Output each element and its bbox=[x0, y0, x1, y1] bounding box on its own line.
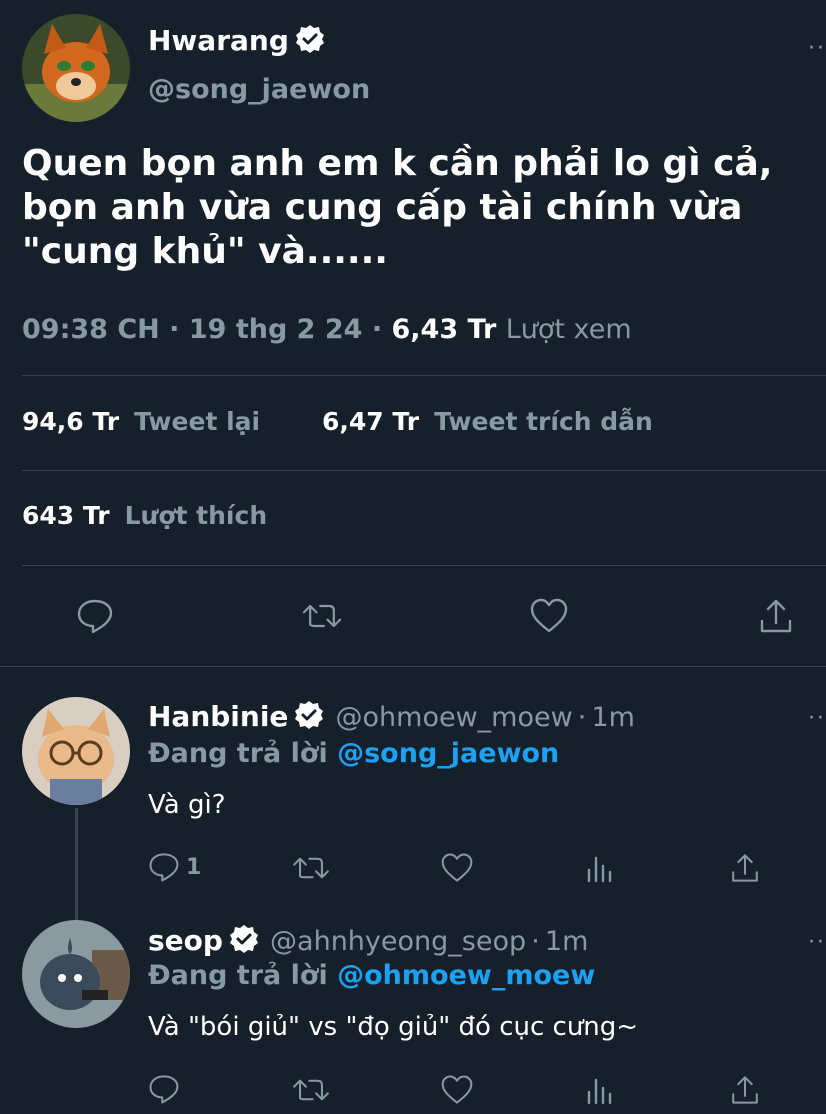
divider bbox=[22, 470, 826, 471]
tweet-meta: 09:38 CH · 19 thg 2 24 · 6,43 Tr Lượt xe… bbox=[22, 314, 632, 345]
retweet-icon[interactable] bbox=[292, 852, 330, 888]
retweet-stats[interactable]: 94,6 Tr Tweet lại bbox=[22, 407, 260, 436]
more-icon[interactable]: ·· bbox=[808, 706, 826, 731]
retweets-label: Tweet lại bbox=[134, 407, 261, 436]
reply-author-name[interactable]: seop bbox=[148, 924, 223, 957]
like-stats[interactable]: 643 Tr Lượt thích bbox=[22, 501, 267, 530]
analytics-icon[interactable] bbox=[585, 1074, 617, 1110]
views-count: 6,43 Tr bbox=[391, 314, 497, 345]
quote-stats[interactable]: 6,47 Tr Tweet trích dẫn bbox=[322, 407, 653, 436]
tweet-text-line: bọn anh vừa cung cấp tài chính vừa bbox=[22, 187, 743, 228]
retweet-icon[interactable] bbox=[292, 1074, 330, 1110]
share-icon[interactable] bbox=[756, 596, 796, 636]
divider bbox=[22, 565, 826, 566]
reply-time[interactable]: 1m bbox=[545, 926, 588, 957]
separator: · bbox=[531, 926, 540, 957]
reply-time[interactable]: 1m bbox=[591, 702, 634, 733]
author-avatar[interactable] bbox=[22, 14, 130, 122]
verified-icon bbox=[295, 24, 325, 54]
separator: · bbox=[371, 314, 383, 345]
reply-text: Và "bói giủ" vs "đọ giủ" đó cục cưng~ bbox=[148, 1012, 639, 1042]
reply-icon[interactable] bbox=[148, 1073, 180, 1109]
retweets-count: 94,6 Tr bbox=[22, 407, 120, 436]
likes-label: Lượt thích bbox=[124, 501, 268, 530]
retweet-icon[interactable] bbox=[302, 596, 342, 636]
reply-avatar[interactable] bbox=[22, 697, 130, 805]
reply-text: Và gì? bbox=[148, 790, 226, 820]
like-icon[interactable] bbox=[440, 1074, 474, 1110]
tweet-time[interactable]: 09:38 CH bbox=[22, 314, 160, 345]
reply-header: Hanbinie @ohmoew_moew · 1m bbox=[148, 700, 635, 733]
like-icon[interactable] bbox=[440, 852, 474, 888]
tweet-text: Quen bọn anh em k cần phải lo gì cả, bọn… bbox=[22, 142, 812, 274]
more-icon[interactable]: ·· bbox=[808, 36, 826, 61]
verified-icon bbox=[294, 700, 324, 730]
reply-count: 1 bbox=[186, 854, 202, 880]
views-label: Lượt xem bbox=[505, 314, 632, 345]
quotes-count: 6,47 Tr bbox=[322, 407, 420, 436]
analytics-icon[interactable] bbox=[585, 852, 617, 888]
verified-icon bbox=[229, 924, 259, 954]
thread-line bbox=[75, 808, 78, 920]
reply-icon[interactable] bbox=[75, 596, 115, 636]
reply-author-handle[interactable]: @ohmoew_moew bbox=[336, 702, 573, 733]
tweet-text-line: Quen bọn anh em k cần phải lo gì cả, bbox=[22, 143, 773, 184]
reply-author-name[interactable]: Hanbinie bbox=[148, 700, 288, 733]
tweet-text-line: "cung khủ" và...... bbox=[22, 231, 388, 272]
reply-avatar[interactable] bbox=[22, 920, 130, 1028]
reply-icon[interactable]: 1 bbox=[148, 851, 201, 883]
replying-to: Đang trả lời @ohmoew_moew bbox=[148, 960, 595, 991]
reply-author-handle[interactable]: @ahnhyeong_seop bbox=[270, 926, 526, 957]
replying-prefix: Đang trả lời bbox=[148, 960, 328, 991]
replying-mention[interactable]: @song_jaewon bbox=[337, 738, 559, 769]
replying-prefix: Đang trả lời bbox=[148, 738, 328, 769]
separator: · bbox=[577, 702, 587, 733]
likes-count: 643 Tr bbox=[22, 501, 110, 530]
share-icon[interactable] bbox=[729, 852, 761, 888]
like-icon[interactable] bbox=[529, 596, 569, 636]
divider bbox=[22, 375, 826, 376]
more-icon[interactable]: ·· bbox=[808, 930, 826, 955]
quotes-label: Tweet trích dẫn bbox=[434, 407, 653, 436]
author-name[interactable]: Hwarang bbox=[148, 24, 325, 57]
author-handle[interactable]: @song_jaewon bbox=[148, 74, 370, 105]
reply-header: seop @ahnhyeong_seop · 1m bbox=[148, 924, 588, 957]
share-icon[interactable] bbox=[729, 1074, 761, 1110]
replying-mention[interactable]: @ohmoew_moew bbox=[337, 960, 595, 991]
replying-to: Đang trả lời @song_jaewon bbox=[148, 738, 559, 769]
divider bbox=[0, 666, 826, 667]
tweet-date[interactable]: 19 thg 2 24 bbox=[189, 314, 363, 345]
separator: · bbox=[169, 314, 180, 345]
